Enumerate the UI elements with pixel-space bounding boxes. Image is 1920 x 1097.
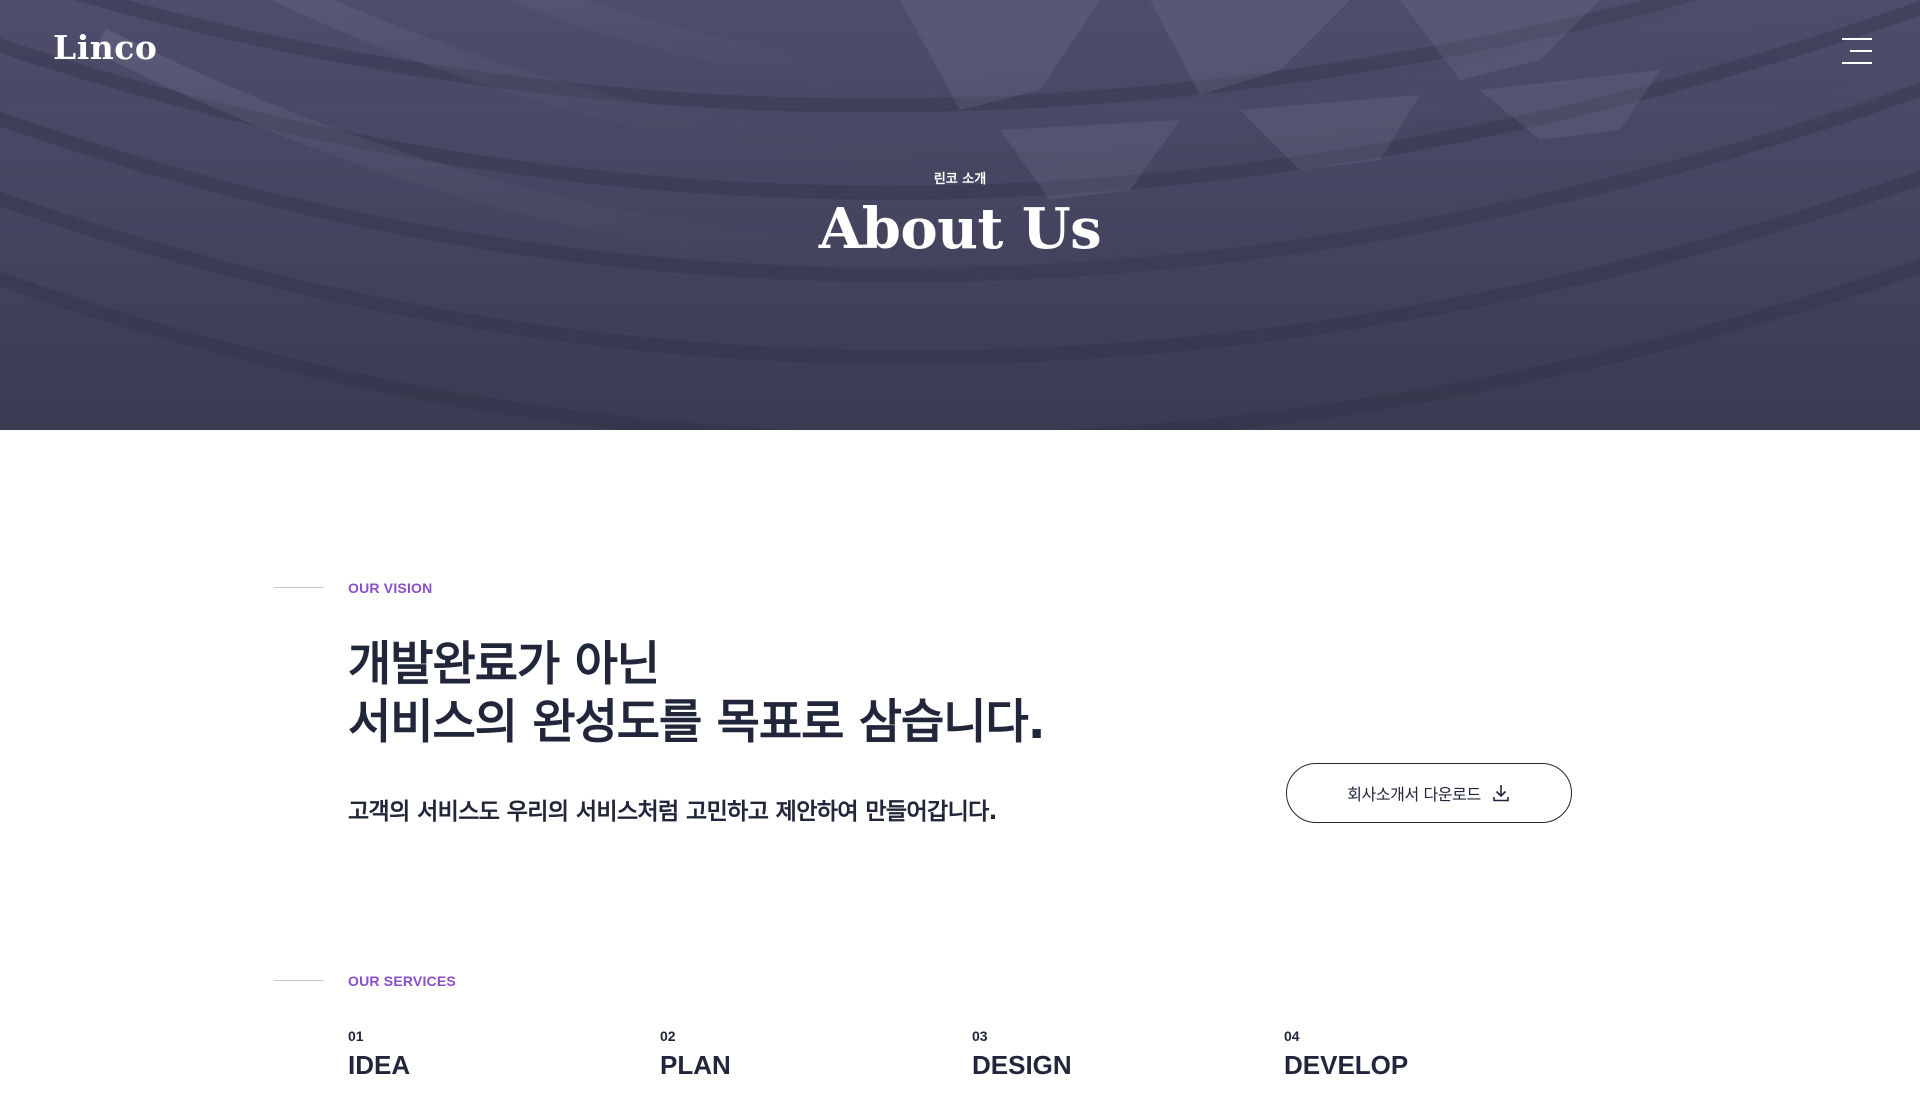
service-name: IDEA [348,1050,411,1080]
vision-section-label: OUR VISION [348,580,433,596]
menu-bar-bottom [1842,62,1872,64]
services-section-label: OUR SERVICES [348,973,456,989]
download-button-label: 회사소개서 다운로드 [1347,785,1481,804]
site-logo[interactable]: Linco [53,28,157,67]
company-brochure-download-button[interactable]: 회사소개서 다운로드 [1286,763,1572,823]
service-item-plan: 02 PLAN [660,1028,731,1081]
hero-title: About Us [818,196,1102,262]
service-item-develop: 04 DEVELOP [1284,1028,1408,1081]
vision-divider-line [274,587,324,588]
service-name: DEVELOP [1284,1050,1409,1080]
services-divider-line [274,980,324,981]
service-number: 03 [972,1028,988,1044]
service-item-design: 03 DESIGN [972,1028,1072,1081]
vision-heading-line2: 서비스의 완성도를 목표로 삼습니다. [348,695,1046,750]
hero-subtitle: 린코 소개 [933,172,987,187]
vision-heading: 개발완료가 아닌 서비스의 완성도를 목표로 삼습니다. [348,636,1248,752]
service-number: 04 [1284,1028,1300,1044]
menu-bar-middle [1850,50,1872,52]
hero-banner: Linco 린코 소개 About Us [0,0,1920,430]
service-number: 01 [348,1028,364,1044]
hamburger-menu-icon[interactable] [1840,38,1872,64]
service-item-idea: 01 IDEA [348,1028,410,1081]
service-name: DESIGN [972,1050,1072,1080]
vision-description: 고객의 서비스도 우리의 서비스처럼 고민하고 제안하여 만들어갑니다. [348,799,997,825]
service-name: PLAN [660,1050,731,1080]
menu-bar-top [1842,38,1872,40]
service-number: 02 [660,1028,676,1044]
vision-heading-line1: 개발완료가 아닌 [348,637,660,692]
download-icon [1492,785,1509,802]
